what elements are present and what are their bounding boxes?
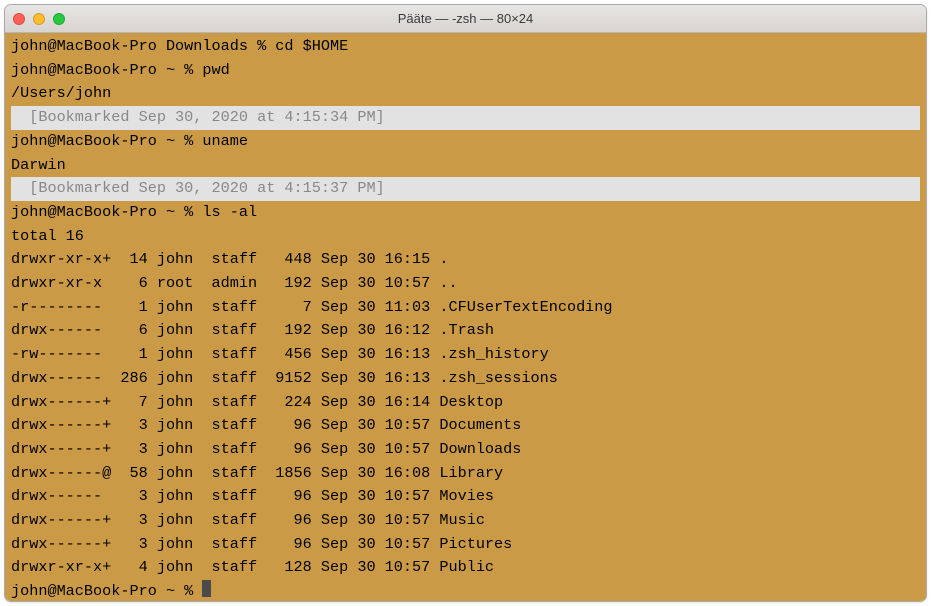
- terminal-line: drwx------ 3 john staff 96 Sep 30 10:57 …: [11, 485, 920, 509]
- bookmark-line: [Bookmarked Sep 30, 2020 at 4:15:34 PM]: [11, 106, 920, 130]
- cursor: [202, 580, 211, 597]
- terminal-line: /Users/john: [11, 82, 920, 106]
- terminal-output[interactable]: john@MacBook-Pro Downloads % cd $HOMEjoh…: [5, 33, 926, 601]
- traffic-lights: [13, 13, 65, 25]
- terminal-line: total 16: [11, 225, 920, 249]
- prompt-line: john@MacBook-Pro ~ %: [11, 580, 920, 601]
- terminal-line: drwx------+ 3 john staff 96 Sep 30 10:57…: [11, 438, 920, 462]
- terminal-line: drwx------ 286 john staff 9152 Sep 30 16…: [11, 367, 920, 391]
- terminal-line: drwx------+ 3 john staff 96 Sep 30 10:57…: [11, 509, 920, 533]
- terminal-line: drwx------@ 58 john staff 1856 Sep 30 16…: [11, 462, 920, 486]
- terminal-line: drwx------+ 3 john staff 96 Sep 30 10:57…: [11, 414, 920, 438]
- terminal-line: john@MacBook-Pro ~ % ls -al: [11, 201, 920, 225]
- terminal-line: john@MacBook-Pro ~ % pwd: [11, 59, 920, 83]
- terminal-line: john@MacBook-Pro Downloads % cd $HOME: [11, 35, 920, 59]
- titlebar[interactable]: Pääte — -zsh — 80×24: [5, 5, 926, 33]
- terminal-line: -r-------- 1 john staff 7 Sep 30 11:03 .…: [11, 296, 920, 320]
- bookmark-line: [Bookmarked Sep 30, 2020 at 4:15:37 PM]: [11, 177, 920, 201]
- zoom-icon[interactable]: [53, 13, 65, 25]
- terminal-line: -rw------- 1 john staff 456 Sep 30 16:13…: [11, 343, 920, 367]
- terminal-line: drwx------+ 7 john staff 224 Sep 30 16:1…: [11, 391, 920, 415]
- terminal-line: drwx------ 6 john staff 192 Sep 30 16:12…: [11, 319, 920, 343]
- minimize-icon[interactable]: [33, 13, 45, 25]
- terminal-line: drwxr-xr-x+ 4 john staff 128 Sep 30 10:5…: [11, 556, 920, 580]
- window-title: Pääte — -zsh — 80×24: [5, 11, 926, 26]
- terminal-line: john@MacBook-Pro ~ % uname: [11, 130, 920, 154]
- terminal-window: Pääte — -zsh — 80×24 john@MacBook-Pro Do…: [4, 4, 927, 602]
- terminal-line: drwx------+ 3 john staff 96 Sep 30 10:57…: [11, 533, 920, 557]
- terminal-line: drwxr-xr-x+ 14 john staff 448 Sep 30 16:…: [11, 248, 920, 272]
- terminal-line: Darwin: [11, 154, 920, 178]
- terminal-line: drwxr-xr-x 6 root admin 192 Sep 30 10:57…: [11, 272, 920, 296]
- close-icon[interactable]: [13, 13, 25, 25]
